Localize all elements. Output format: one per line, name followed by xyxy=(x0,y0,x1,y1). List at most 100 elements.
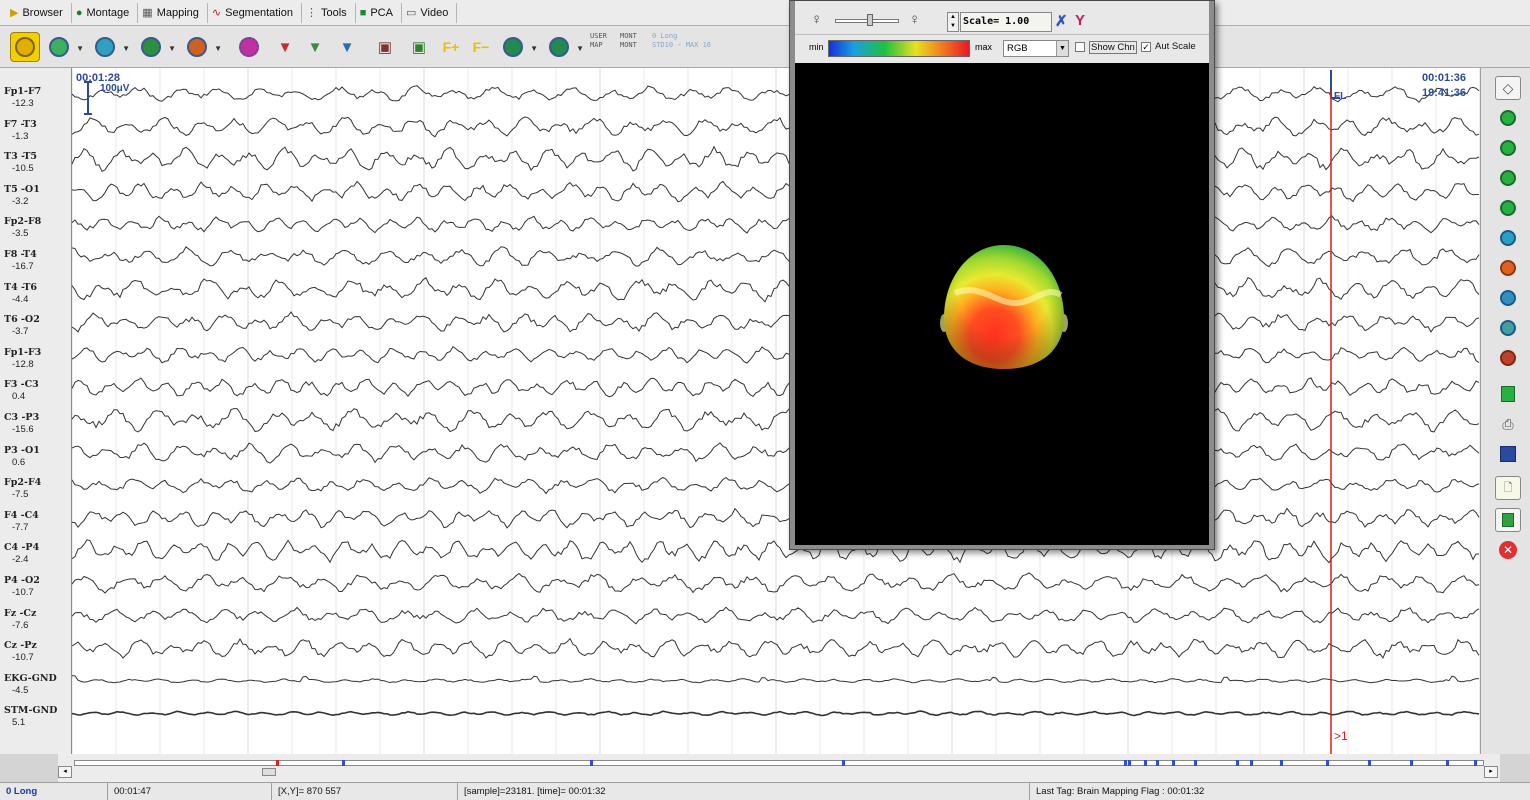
scroll-event-marker[interactable] xyxy=(590,760,593,766)
zoom-out-icon[interactable]: ♀ xyxy=(811,11,822,28)
scroll-event-marker[interactable] xyxy=(1124,760,1127,766)
scroll-event-marker[interactable] xyxy=(342,760,345,766)
time-scrollbar[interactable]: ◂ ▸ xyxy=(58,754,1500,782)
channel-label[interactable]: F3 -C3 0.4 xyxy=(4,379,39,403)
scroll-right-arrow-icon[interactable]: ▸ xyxy=(1484,766,1498,778)
view-back-button[interactable]: ▼ xyxy=(182,32,222,62)
color-mode-select[interactable]: RGB ▼ xyxy=(1003,40,1069,57)
head-map-4-button[interactable] xyxy=(1495,346,1521,370)
channel-label[interactable]: Fp2-F4 -7.5 xyxy=(4,477,41,501)
head-map-1-button[interactable] xyxy=(1495,256,1521,280)
channel-label[interactable]: F4 -C4 -7.7 xyxy=(4,510,39,534)
head-map-3-button[interactable] xyxy=(1495,316,1521,340)
channel-label[interactable]: T5 -O1 -3.2 xyxy=(4,184,40,208)
channel-label[interactable]: Fp1-F3 -12.8 xyxy=(4,347,41,371)
scroll-event-marker[interactable] xyxy=(1236,760,1239,766)
view-top-button[interactable]: ▼ xyxy=(44,32,84,62)
slider-thumb[interactable] xyxy=(867,14,873,26)
list-button[interactable] xyxy=(1495,442,1521,466)
aut-scale-label[interactable]: Aut Scale xyxy=(1155,41,1196,52)
scroll-event-marker[interactable] xyxy=(842,760,845,766)
menu-segmentation[interactable]: ∿ Segmentation xyxy=(208,2,302,23)
scroll-thumb[interactable] xyxy=(262,768,276,776)
brain-map-window[interactable]: ♀ ♀ ▲ ▼ Scale= 1.00 ✗ Y min max RGB ▼ Show… xyxy=(789,0,1215,550)
pause-button[interactable] xyxy=(1495,106,1521,130)
channel-label[interactable]: F8 -T4 -16.7 xyxy=(4,249,37,273)
channel-label[interactable]: P3 -O1 0.6 xyxy=(4,445,40,469)
head-map-canvas[interactable] xyxy=(795,63,1209,545)
frame-plus-button[interactable]: F+ xyxy=(436,32,466,62)
new-file-button[interactable]: 🗋 xyxy=(1495,476,1521,500)
a-button[interactable] xyxy=(1495,196,1521,220)
view-right-button[interactable]: ▼ xyxy=(136,32,176,62)
channel-label[interactable]: T6 -O2 -3.7 xyxy=(4,314,40,338)
menu-browser[interactable]: ▶ Browser xyxy=(6,2,72,23)
show-chn-checkbox[interactable] xyxy=(1075,42,1085,52)
stop-button[interactable] xyxy=(1495,382,1521,406)
scroll-event-marker[interactable] xyxy=(1172,760,1175,766)
channel-label[interactable]: Fp2-F8 -3.5 xyxy=(4,216,41,240)
zoom-in-icon[interactable]: ♀ xyxy=(909,11,920,28)
channel-label[interactable]: P4 -O2 -10.7 xyxy=(4,575,40,599)
scale-spinner[interactable]: ▲ ▼ xyxy=(947,12,959,32)
scroll-event-marker[interactable] xyxy=(1156,760,1159,766)
scroll-event-marker[interactable] xyxy=(1194,760,1197,766)
map-settings-button[interactable]: ▼ xyxy=(498,32,538,62)
scroll-event-marker[interactable] xyxy=(1326,760,1329,766)
head-map-button[interactable] xyxy=(10,32,40,62)
head-map-2-button[interactable] xyxy=(1495,286,1521,310)
scale-field[interactable]: Scale= 1.00 xyxy=(960,12,1052,32)
scroll-event-marker[interactable] xyxy=(1446,760,1449,766)
scroll-event-marker[interactable] xyxy=(1280,760,1283,766)
channel-label[interactable]: Fz -Cz -7.6 xyxy=(4,608,36,632)
electrodes-button[interactable] xyxy=(234,32,264,62)
scroll-left-arrow-icon[interactable]: ◂ xyxy=(58,766,72,778)
channel-label[interactable]: Fp1-F7 -12.3 xyxy=(4,86,41,110)
b-button[interactable] xyxy=(1495,226,1521,250)
select-button[interactable]: ◇ xyxy=(1495,76,1521,100)
menu-label: Browser xyxy=(22,6,63,19)
scroll-event-marker[interactable] xyxy=(1368,760,1371,766)
channel-name: Fp1-F7 xyxy=(4,86,42,97)
filter-1-button[interactable]: ▼ xyxy=(270,32,300,62)
close-button[interactable]: ✕ xyxy=(1495,538,1521,562)
menu-video[interactable]: ▭ Video xyxy=(402,2,458,23)
x-axis-icon[interactable]: ✗ xyxy=(1055,12,1068,30)
filter-3-button[interactable]: ▼ xyxy=(332,32,362,62)
eeg-display[interactable]: 00:01:28 100μV 00:01:36 19:41:36 FL >1 xyxy=(72,68,1480,754)
print-button[interactable]: ⎙ xyxy=(1495,412,1521,436)
channel-label[interactable]: T4 -T6 -4.4 xyxy=(4,282,37,306)
channel-label[interactable]: STM-GND 5.1 xyxy=(4,705,57,729)
scroll-event-marker[interactable] xyxy=(1128,760,1131,766)
s-button[interactable] xyxy=(1495,166,1521,190)
map-export-button[interactable]: ▼ xyxy=(544,32,584,62)
menu-mapping[interactable]: ▦ Mapping xyxy=(138,2,208,23)
image-button[interactable]: ▣ xyxy=(370,32,400,62)
scroll-event-marker[interactable] xyxy=(276,760,279,766)
frame-minus-button[interactable]: F− xyxy=(466,32,496,62)
channel-label[interactable]: T3 -T5 -10.5 xyxy=(4,151,37,175)
channel-label[interactable]: Cz -Pz -10.7 xyxy=(4,640,37,664)
aut-scale-checkbox[interactable]: ✓ xyxy=(1141,42,1151,52)
scroll-event-marker[interactable] xyxy=(1144,760,1147,766)
menu-tools[interactable]: ⋮ Tools xyxy=(302,2,356,23)
equal-button[interactable] xyxy=(1495,136,1521,160)
scroll-track[interactable] xyxy=(74,760,1484,766)
menu-montage[interactable]: ● Montage xyxy=(72,2,139,23)
circle-icon: ● xyxy=(75,6,83,19)
channel-label[interactable]: C4 -P4 -2.4 xyxy=(4,542,39,566)
save-button[interactable] xyxy=(1495,508,1521,532)
file-icon: 🗋 xyxy=(1503,481,1513,494)
scroll-event-marker[interactable] xyxy=(1474,760,1477,766)
channel-label[interactable]: EKG-GND -4.5 xyxy=(4,673,57,697)
channel-label[interactable]: C3 -P3 -15.6 xyxy=(4,412,39,436)
menu-pca[interactable]: ■ PCA xyxy=(356,2,402,23)
view-left-button[interactable]: ▼ xyxy=(90,32,130,62)
show-chn-label[interactable]: Show Chn xyxy=(1089,41,1137,54)
scroll-event-marker[interactable] xyxy=(1250,760,1253,766)
image-plus-button[interactable]: ▣ xyxy=(404,32,434,62)
y-axis-icon[interactable]: Y xyxy=(1075,12,1085,29)
scroll-event-marker[interactable] xyxy=(1410,760,1413,766)
channel-label[interactable]: F7 -T3 -1.3 xyxy=(4,119,37,143)
filter-2-button[interactable]: ▼ xyxy=(300,32,330,62)
